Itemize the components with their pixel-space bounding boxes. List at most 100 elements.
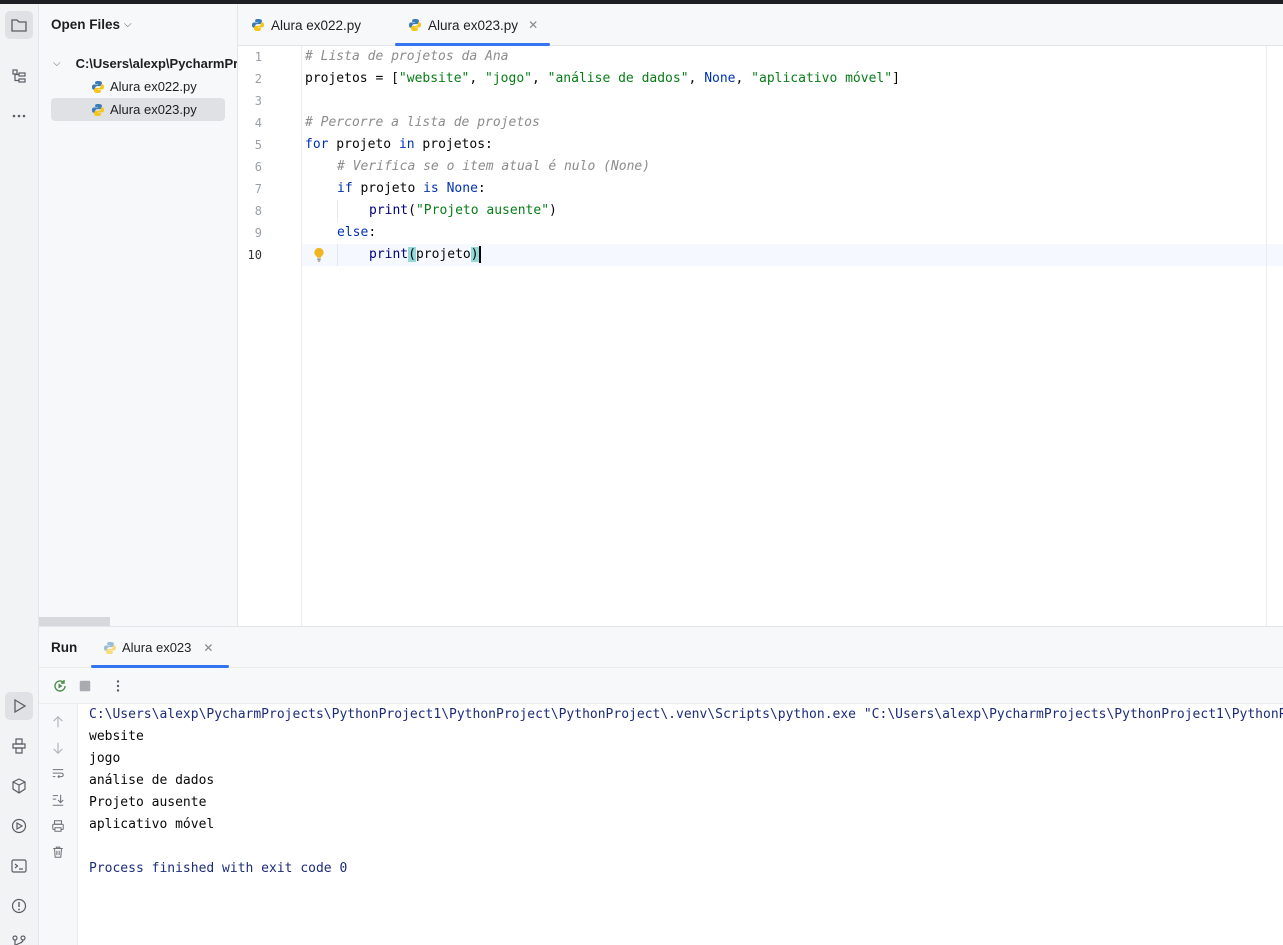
tree-root-folder[interactable]: ⌵ C:\Users\alexp\PycharmProjects\PythonP… [53, 53, 238, 73]
code-line-6: # Verifica se o item atual é nulo (None) [337, 156, 650, 178]
python-file-icon [92, 103, 104, 116]
version-control-icon[interactable] [5, 928, 33, 945]
run-tab-alura-ex023[interactable]: Alura ex023 ✕ [91, 627, 229, 668]
console-line: aplicativo móvel [89, 817, 215, 832]
line-number: 2 [254, 72, 262, 86]
structure-icon[interactable] [5, 62, 33, 90]
matched-bracket: ) [470, 247, 479, 262]
code-line-5: for projeto in projetos: [305, 134, 493, 156]
code-line-9: else: [337, 222, 376, 244]
horizontal-scrollbar[interactable] [39, 617, 110, 626]
console-line: C:\Users\alexp\PycharmProjects\PythonPro… [89, 707, 1283, 722]
comment: # Percorre a lista de projetos [305, 115, 540, 130]
code-text: : [477, 181, 486, 196]
problems-icon[interactable] [5, 892, 33, 920]
arrow-up-icon[interactable] [50, 714, 66, 730]
builtin-function: print [369, 203, 409, 218]
close-icon[interactable]: ✕ [528, 18, 538, 32]
file-item-alura-ex022[interactable]: Alura ex022.py [51, 75, 225, 98]
run-toolbar [39, 668, 1283, 704]
lightbulb-icon[interactable] [313, 247, 325, 263]
run-panel-title: Run [51, 640, 78, 655]
line-number: 8 [254, 204, 262, 218]
string-literal: "aplicativo móvel" [751, 71, 893, 86]
arrow-down-icon[interactable] [50, 740, 66, 756]
close-icon[interactable]: ✕ [203, 641, 213, 655]
code-text: ] [892, 71, 900, 86]
line-number: 9 [254, 226, 262, 240]
soft-wrap-icon[interactable] [50, 766, 66, 782]
run-tab-label: Alura ex023 [122, 640, 192, 655]
line-number: 1 [254, 50, 262, 64]
tab-label: Alura ex023.py [428, 17, 519, 33]
terminal-icon[interactable] [5, 852, 33, 880]
stop-icon[interactable] [76, 677, 94, 695]
python-console-icon[interactable] [5, 732, 33, 760]
scroll-to-end-icon[interactable] [50, 792, 66, 808]
console-line: jogo [89, 751, 121, 766]
editor-right-margin [1266, 46, 1267, 626]
chevron-down-icon: ⌵ [124, 19, 132, 30]
expand-arrow-icon[interactable]: ⌵ [53, 58, 61, 69]
console-output[interactable]: C:\Users\alexp\PycharmProjects\PythonPro… [89, 704, 1283, 945]
keyword: in [398, 137, 415, 152]
code-text: ( [408, 203, 416, 218]
code-text: projetos = [ [305, 71, 399, 86]
tab-alura-ex023[interactable]: Alura ex023.py ✕ [395, 4, 551, 46]
code-editor[interactable]: 1 2 3 4 5 6 7 8 9 10 # Lista de projetos… [238, 46, 1283, 626]
indent-guide [337, 200, 338, 222]
code-line-10: print(projeto) [369, 244, 481, 266]
code-text: , [532, 71, 548, 86]
rerun-icon[interactable] [51, 677, 69, 695]
code-line-2: projetos = ["website", "jogo", "análise … [305, 68, 900, 90]
python-file-icon [409, 19, 421, 31]
keyword: None [704, 71, 736, 86]
text-caret [478, 246, 481, 263]
code-line-1: # Lista de projetos da Ana [305, 46, 509, 68]
editor-tab-bar: Alura ex022.py Alura ex023.py ✕ [238, 4, 1283, 46]
line-number: 7 [254, 182, 262, 196]
line-number: 4 [254, 116, 262, 130]
code-text: , [469, 71, 486, 86]
run-icon[interactable] [5, 692, 33, 720]
project-panel-title: Open Files [51, 17, 121, 32]
tab-alura-ex022[interactable]: Alura ex022.py [251, 4, 361, 46]
code-text: ) [549, 203, 557, 218]
comment: # Verifica se o item atual é nulo (None) [337, 159, 651, 174]
code-text: , [688, 71, 705, 86]
python-packages-icon[interactable] [5, 772, 33, 800]
string-literal: "website" [398, 71, 470, 86]
keyword: for [305, 137, 329, 152]
print-icon[interactable] [50, 818, 66, 834]
services-icon[interactable] [5, 812, 33, 840]
code-text: projeto [415, 247, 471, 262]
matched-bracket: ( [408, 247, 416, 262]
more-icon[interactable] [5, 102, 33, 130]
keyword: is [423, 181, 439, 196]
code-text: , [735, 71, 752, 86]
builtin-function: print [369, 247, 409, 262]
comment: # Lista de projetos da Ana [305, 49, 509, 64]
string-literal: "Projeto ausente" [415, 203, 550, 218]
more-options-icon[interactable] [109, 677, 127, 695]
code-text: projeto [352, 181, 424, 196]
file-item-alura-ex023[interactable]: Alura ex023.py [51, 98, 225, 121]
console-line: website [89, 729, 144, 744]
line-number-gutter: 1 2 3 4 5 6 7 8 9 10 [238, 46, 302, 626]
console-line: análise de dados [89, 773, 215, 788]
trash-icon[interactable] [50, 844, 66, 860]
project-view-selector[interactable]: Open Files ⌵ [51, 17, 132, 32]
line-number-current: 10 [247, 248, 262, 262]
run-panel-header: Run Alura ex023 ✕ [39, 627, 1283, 668]
run-side-toolbar [39, 704, 78, 945]
string-literal: "jogo" [485, 71, 532, 86]
indent-guide [337, 244, 338, 266]
root-folder-label: C:\Users\alexp\PycharmProjects\PythonPro… [75, 55, 238, 71]
keyword: if [337, 181, 353, 196]
python-file-icon [92, 80, 104, 93]
code-text: projetos: [414, 137, 493, 152]
code-text: : [368, 225, 377, 240]
file-item-label: Alura ex023.py [110, 102, 197, 117]
project-panel: Open Files ⌵ ⌵ C:\Users\alexp\PycharmPro… [39, 4, 238, 626]
project-folder-icon[interactable] [5, 11, 33, 39]
